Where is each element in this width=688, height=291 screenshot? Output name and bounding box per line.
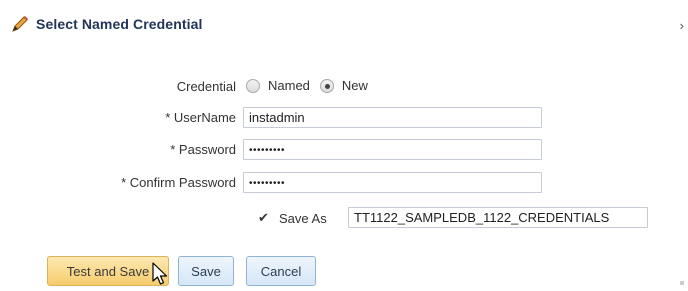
chevron-right-icon[interactable]: ›: [680, 18, 684, 33]
test-and-save-button[interactable]: Test and Save: [47, 256, 169, 286]
mouse-pointer-icon: [152, 262, 170, 286]
select-named-credential-dialog: Select Named Credential › Credential Nam…: [0, 0, 688, 291]
radio-new-label[interactable]: New: [342, 78, 368, 93]
username-field[interactable]: instadmin: [243, 107, 542, 128]
radio-named-label[interactable]: Named: [268, 78, 310, 93]
credential-radio-group: Named New: [246, 78, 378, 93]
save-as-checkbox[interactable]: ✔: [258, 210, 269, 226]
dialog-header: Select Named Credential: [10, 12, 202, 36]
save-button[interactable]: Save: [178, 256, 234, 286]
username-label: * UserName: [165, 110, 236, 125]
radio-new[interactable]: [319, 78, 334, 93]
save-as-field[interactable]: TT1122_SAMPLEDB_1122_CREDENTIALS: [348, 207, 648, 228]
save-as-label: Save As: [279, 211, 327, 226]
resize-grip[interactable]: [680, 281, 684, 285]
password-field[interactable]: •••••••••: [243, 139, 542, 160]
cancel-button[interactable]: Cancel: [246, 256, 316, 286]
pencil-icon: [10, 14, 30, 34]
password-label: * Password: [170, 142, 236, 157]
credential-label: Credential: [176, 79, 236, 94]
confirm-password-label: * Confirm Password: [121, 175, 236, 190]
confirm-password-field[interactable]: •••••••••: [243, 172, 542, 193]
radio-named[interactable]: [246, 78, 260, 93]
dialog-title: Select Named Credential: [36, 16, 203, 32]
